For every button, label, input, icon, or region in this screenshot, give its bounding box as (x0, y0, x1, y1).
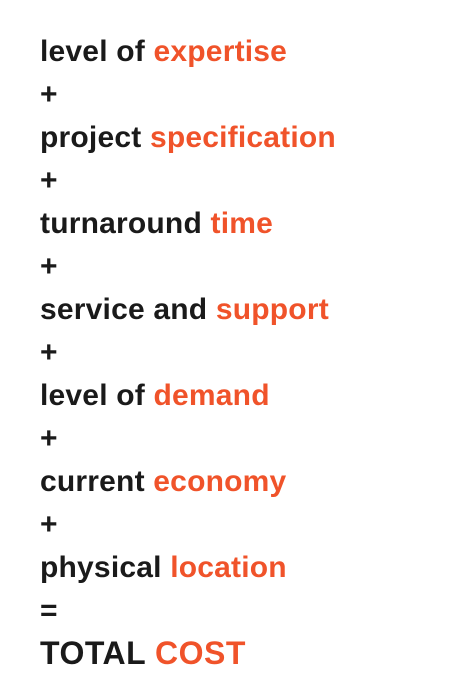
factor-line: project specification (40, 116, 450, 159)
factor-highlight: time (210, 207, 274, 240)
factor-line: physical location (40, 546, 450, 589)
factor-prefix: physical (40, 551, 171, 584)
factor-highlight: support (215, 293, 329, 326)
factor-prefix: project (40, 121, 150, 154)
factor-highlight: expertise (153, 35, 288, 68)
plus-operator: + (40, 336, 58, 369)
factor-highlight: specification (149, 121, 336, 154)
plus-operator: + (40, 164, 58, 197)
factor-line: level of demand (40, 374, 450, 417)
plus-operator: + (40, 78, 58, 111)
factor-prefix: turnaround (40, 207, 211, 240)
factor-highlight: demand (153, 379, 270, 412)
factor-line: turnaround time (40, 202, 450, 245)
factor-line: current economy (40, 460, 450, 503)
factor-prefix: service and (40, 293, 216, 326)
plus-operator: + (40, 250, 58, 283)
equals-operator: = (40, 594, 58, 627)
plus-operator: + (40, 508, 58, 541)
factor-highlight: location (170, 551, 287, 584)
factor-highlight: economy (153, 465, 287, 498)
total-cost-line: TOTAL COST (40, 632, 450, 675)
total-highlight: COST (155, 635, 246, 671)
factor-line: service and support (40, 288, 450, 331)
factor-prefix: level of (40, 35, 154, 68)
factor-prefix: level of (40, 379, 154, 412)
total-prefix: TOTAL (40, 635, 155, 671)
cost-equation: level of expertise + project specificati… (40, 30, 450, 675)
factor-line: level of expertise (40, 30, 450, 73)
factor-prefix: current (40, 465, 154, 498)
plus-operator: + (40, 422, 58, 455)
